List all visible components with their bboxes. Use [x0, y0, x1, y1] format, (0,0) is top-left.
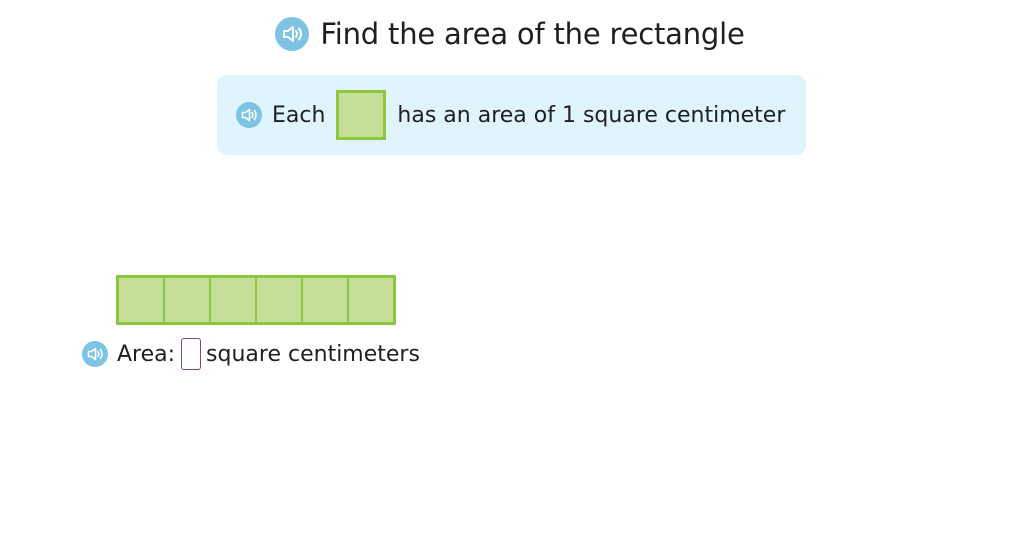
unit-square	[336, 90, 387, 140]
answer-row: Area: square centimeters	[82, 336, 420, 372]
title-row: Find the area of the rectangle	[0, 14, 1024, 54]
area-input[interactable]	[181, 338, 202, 370]
rectangle-unit-square	[210, 277, 256, 323]
info-box: Each has an area of 1 square centimeter	[217, 75, 806, 155]
area-unit: square centimeters	[206, 341, 420, 367]
rectangle-unit-square	[302, 277, 348, 323]
page-title: Find the area of the rectangle	[320, 17, 745, 51]
area-label: Area:	[117, 341, 176, 367]
info-text-after: has an area of 1 square centimeter	[397, 102, 786, 128]
speaker-icon[interactable]	[275, 17, 310, 51]
rectangle-unit-square	[118, 277, 164, 323]
info-text-before: Each	[272, 102, 326, 128]
speaker-icon[interactable]	[82, 341, 108, 367]
rectangle-unit-square	[256, 277, 302, 323]
page: Find the area of the rectangle Each has …	[0, 0, 1024, 560]
rectangle-unit-square	[348, 277, 394, 323]
rectangle-unit-square	[164, 277, 210, 323]
rectangle	[116, 275, 396, 325]
speaker-icon[interactable]	[236, 102, 262, 128]
